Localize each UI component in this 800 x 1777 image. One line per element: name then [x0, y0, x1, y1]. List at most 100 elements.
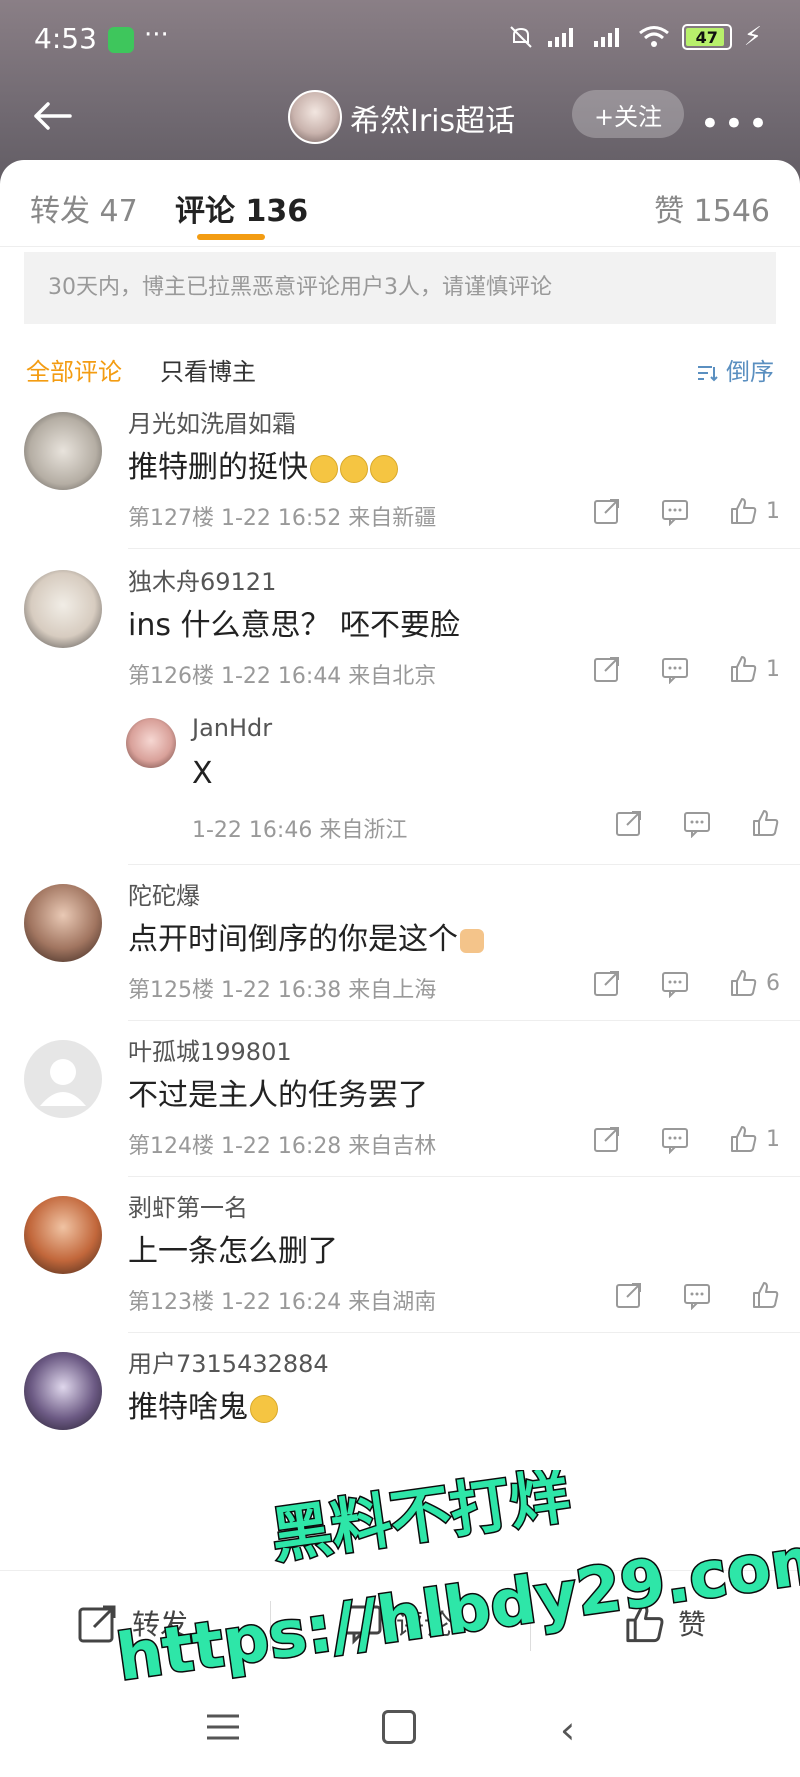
like-count: 1 — [766, 498, 780, 524]
default-avatar-icon — [40, 1059, 86, 1106]
reply-content: X — [192, 756, 213, 791]
like-button[interactable]: 1 — [728, 496, 780, 526]
user-avatar[interactable] — [24, 884, 102, 962]
more-options-icon[interactable]: ••• — [700, 104, 772, 144]
status-indicators: 47 ⚡ — [508, 22, 762, 52]
comment-content: 不过是主人的任务罢了 — [128, 1078, 428, 1113]
reply-icon[interactable] — [682, 1280, 712, 1310]
comment-meta: 第126楼 1-22 16:44 来自北京 — [128, 664, 437, 689]
wechat-icon — [108, 27, 134, 53]
comment-username[interactable]: 独木舟69121 — [128, 562, 276, 597]
sort-toggle[interactable]: 倒序 — [696, 352, 774, 387]
comment-actions: 1 — [592, 496, 780, 526]
comment-username[interactable]: 剥虾第一名 — [128, 1188, 248, 1223]
battery-icon: 47 — [681, 24, 732, 50]
user-avatar[interactable] — [24, 570, 102, 648]
back-arrow-icon[interactable] — [30, 94, 74, 138]
reply-icon[interactable] — [682, 808, 712, 838]
like-button[interactable]: 1 — [728, 1124, 780, 1154]
menu-icon[interactable] — [205, 1712, 241, 1742]
like-post-button[interactable]: 赞 — [622, 1601, 706, 1645]
reply-icon[interactable] — [660, 1124, 690, 1154]
wifi-icon — [638, 26, 669, 47]
share-icon[interactable] — [592, 968, 622, 998]
like-button[interactable]: 6 — [728, 968, 780, 998]
thumbs-up-icon — [731, 1126, 757, 1152]
charging-icon: ⚡ — [743, 22, 762, 52]
comments-card: 转发 47 评论 136 赞 1546 30天内，博主已拉黑恶意评论用户3人，请… — [0, 160, 800, 1777]
share-icon[interactable] — [592, 1124, 622, 1154]
comment-meta: 第127楼 1-22 16:52 来自新疆 — [128, 506, 437, 531]
reply-icon[interactable] — [660, 968, 690, 998]
sort-label: 倒序 — [726, 358, 774, 386]
comment-actions: 1 — [592, 654, 780, 684]
share-icon[interactable] — [614, 808, 644, 838]
signal-icon-2 — [593, 28, 619, 47]
thumbs-up-icon — [753, 1282, 779, 1308]
thumbs-up-icon — [731, 970, 757, 996]
thumbs-up-emoji-icon — [460, 928, 484, 953]
sort-icon — [698, 366, 719, 382]
reply-icon[interactable] — [660, 496, 690, 526]
follow-button[interactable]: +关注 — [572, 90, 684, 138]
comment-meta: 第124楼 1-22 16:28 来自吉林 — [128, 1134, 437, 1159]
signal-icon — [547, 28, 573, 47]
comment-username[interactable]: 用户7315432884 — [128, 1344, 329, 1379]
tab-comment[interactable]: 评论 136 — [175, 186, 308, 230]
comment-button[interactable]: 评论 — [340, 1601, 452, 1645]
comment-icon — [342, 1605, 382, 1645]
like-count: 1 — [766, 656, 780, 682]
comment-text: 点开时间倒序的你是这个 — [128, 922, 458, 957]
like-button[interactable] — [750, 808, 780, 838]
bottom-action-bar: 转发 评论 赞 — [0, 1570, 800, 1681]
comment-username[interactable]: 月光如洗眉如霜 — [128, 404, 296, 439]
share-icon[interactable] — [592, 654, 622, 684]
thumbs-up-icon — [731, 498, 757, 524]
comment-username[interactable]: 叶孤城199801 — [128, 1032, 292, 1067]
system-back-icon[interactable]: ‹ — [560, 1708, 575, 1752]
comment-content: 推特啥鬼 — [128, 1382, 278, 1426]
comment-meta: 第123楼 1-22 16:24 来自湖南 — [128, 1290, 437, 1315]
comment-content: 推特删的挺快 — [128, 442, 398, 486]
user-avatar[interactable] — [24, 1196, 102, 1274]
like-button[interactable] — [750, 1280, 780, 1310]
share-icon[interactable] — [592, 496, 622, 526]
reply-user-avatar[interactable] — [126, 718, 176, 768]
doge-emoji-icon — [370, 454, 398, 483]
share-icon[interactable] — [614, 1280, 644, 1310]
reply-username[interactable]: JanHdr — [192, 714, 272, 742]
thumbs-up-icon — [626, 1603, 664, 1643]
comment-actions: 6 — [592, 968, 780, 998]
comment-divider — [128, 1020, 800, 1021]
user-avatar[interactable] — [24, 1040, 102, 1118]
comment-content: 点开时间倒序的你是这个 — [128, 914, 484, 958]
reply-icon[interactable] — [660, 654, 690, 684]
blocked-users-notice: 30天内，博主已拉黑恶意评论用户3人，请谨慎评论 — [24, 252, 776, 324]
tab-likes[interactable]: 赞 1546 — [654, 186, 770, 230]
filter-all-comments[interactable]: 全部评论 — [26, 352, 122, 387]
comment-label: 评论 — [396, 1608, 453, 1641]
comment-username[interactable]: 陀砣爆 — [128, 876, 200, 911]
tab-repost[interactable]: 转发 47 — [30, 186, 138, 230]
like-count: 6 — [766, 970, 780, 996]
status-bar: 4:53 ··· 47 ⚡ — [0, 0, 800, 80]
status-dots: ··· — [144, 20, 169, 50]
comment-divider — [128, 864, 800, 865]
thumbs-up-icon — [753, 810, 779, 836]
user-avatar[interactable] — [24, 1352, 102, 1430]
comment-actions: 1 — [592, 1124, 780, 1154]
topic-title[interactable]: 希然Iris超话 — [350, 96, 515, 140]
home-icon[interactable] — [382, 1710, 416, 1744]
doge-emoji-icon — [250, 1394, 278, 1423]
user-avatar[interactable] — [24, 412, 102, 490]
filter-host-only[interactable]: 只看博主 — [160, 352, 256, 387]
repost-button[interactable]: 转发 — [76, 1601, 188, 1645]
doge-emoji-icon — [340, 454, 368, 483]
comment-content: ins 什么意思？ 呸不要脸 — [128, 608, 461, 643]
comment-content: 上一条怎么删了 — [128, 1234, 338, 1269]
tab-bar: 转发 47 评论 136 赞 1546 — [0, 160, 800, 247]
thumbs-up-icon — [731, 656, 757, 682]
comment-actions — [614, 1280, 780, 1310]
like-button[interactable]: 1 — [728, 654, 780, 684]
topic-avatar[interactable] — [288, 90, 342, 144]
